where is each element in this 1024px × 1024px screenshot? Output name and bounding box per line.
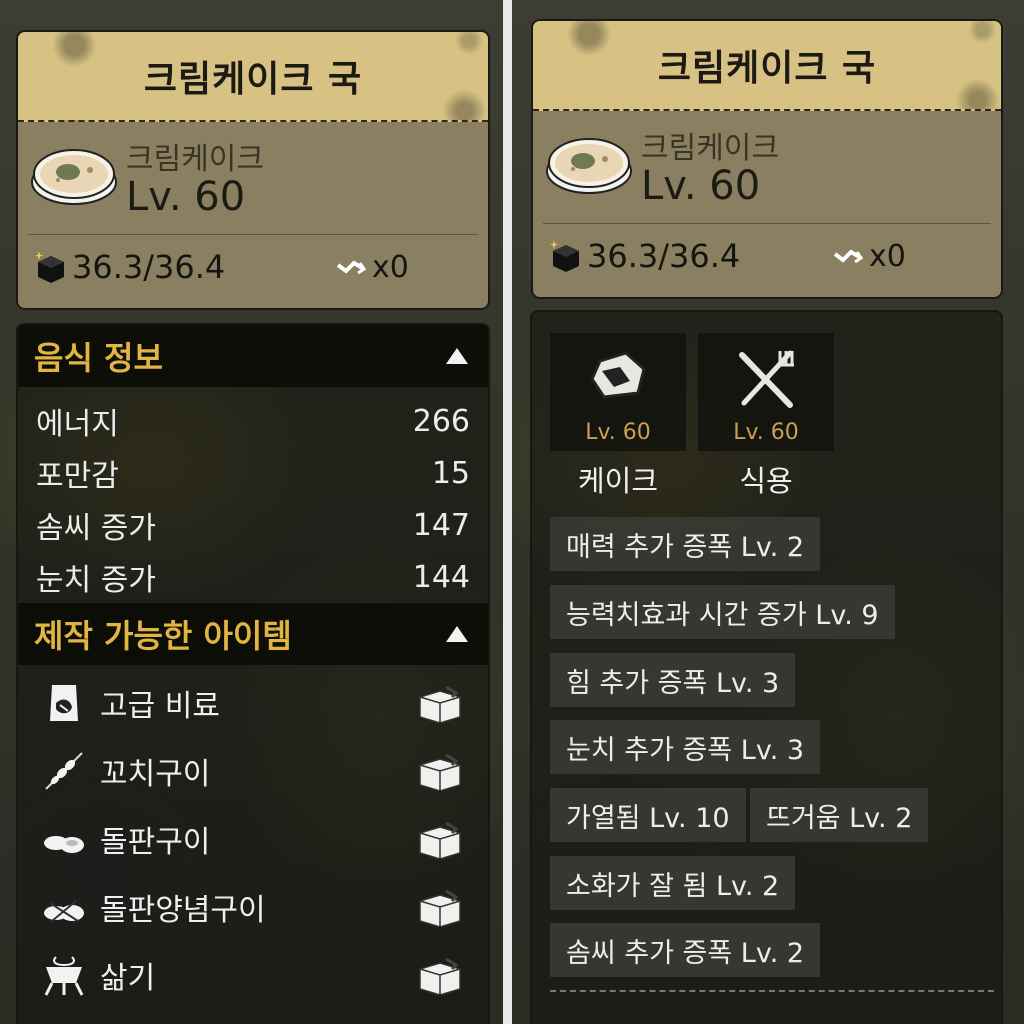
soup-bowl-icon	[31, 149, 117, 205]
multiplier-value: x0	[869, 239, 906, 274]
stat-value: 266	[412, 403, 470, 439]
double-arrow-icon	[833, 248, 863, 263]
card-separator	[28, 234, 478, 235]
effect-tag: 소화가 잘 됨 Lv. 2	[550, 856, 796, 910]
stat-row: 포만감 15	[18, 447, 488, 499]
craftable-item-label: 꼬치구이	[100, 757, 211, 792]
toolbox-icon[interactable]	[416, 751, 464, 791]
screenshot-divider	[503, 0, 512, 1024]
craftable-item[interactable]: 고급 비료	[18, 669, 488, 737]
food-level: Lv. 60	[126, 174, 246, 220]
double-arrow-icon	[336, 259, 366, 274]
item-card-left: 크림케이크 국 크림케이크 Lv. 60 36.3/36.4 x0	[16, 30, 490, 310]
collapse-arrow-icon[interactable]	[446, 348, 468, 364]
skill-name: 식용	[739, 464, 793, 498]
item-card-right: 크림케이크 국 크림케이크 Lv. 60 36.3/36.4 x0	[531, 19, 1003, 299]
collapse-arrow-icon[interactable]	[446, 626, 468, 642]
skewer-icon	[45, 752, 83, 790]
skill-level: Lv. 60	[585, 420, 651, 445]
item-title: 크림케이크 국	[533, 21, 1001, 111]
food-info-header[interactable]: 음식 정보	[18, 325, 488, 387]
food-name: 크림케이크	[641, 131, 779, 166]
food-info-panel: 음식 정보 에너지 266 포만감 15 솜씨 증가 147 눈치 증가 144…	[16, 323, 490, 1024]
stat-row: 솜씨 증가 147	[18, 499, 488, 551]
boiling-pot-icon	[44, 956, 84, 996]
effect-tag: 눈치 추가 증폭 Lv. 3	[550, 720, 821, 774]
seasoned-grill-icon	[44, 900, 84, 922]
fork-knife-icon	[739, 350, 794, 408]
multiplier-readout: x0	[833, 239, 906, 274]
stat-value: 147	[412, 507, 470, 543]
craftable-item[interactable]: 삶기	[18, 941, 488, 1009]
craftable-item[interactable]: 돌판양념구이	[18, 873, 488, 941]
toolbox-icon[interactable]	[416, 683, 464, 723]
craftable-item-label: 돌판양념구이	[100, 893, 266, 928]
effect-tag: 가열됨 Lv. 10	[550, 788, 746, 842]
item-title: 크림케이크 국	[18, 32, 488, 122]
toolbox-icon[interactable]	[416, 955, 464, 995]
skill-level: Lv. 60	[733, 420, 799, 445]
stat-value: 144	[412, 559, 470, 595]
stat-label: 솜씨 증가	[36, 511, 156, 546]
toolbox-icon[interactable]	[416, 887, 464, 927]
craftable-item[interactable]: 꼬치구이	[18, 737, 488, 805]
weight-cube-icon	[549, 240, 579, 272]
weight-readout: 36.3/36.4	[549, 237, 740, 275]
craftable-header[interactable]: 제작 가능한 아이템	[18, 603, 488, 665]
card-separator	[543, 223, 991, 224]
skill-tile-edible[interactable]: Lv. 60	[698, 333, 834, 451]
craftable-title: 제작 가능한 아이템	[34, 617, 292, 655]
craftable-item-label: 삶기	[100, 961, 156, 996]
stat-row: 에너지 266	[18, 395, 488, 447]
weight-cube-icon	[34, 251, 64, 283]
soup-bowl-icon	[546, 138, 632, 194]
stat-label: 에너지	[36, 407, 119, 442]
toolbox-icon[interactable]	[416, 819, 464, 859]
effect-tag: 뜨거움 Lv. 2	[750, 788, 929, 842]
description-separator	[550, 990, 994, 992]
weight-value: 36.3/36.4	[72, 248, 226, 286]
stat-value: 15	[431, 455, 470, 491]
effect-tag: 매력 추가 증폭 Lv. 2	[550, 517, 821, 571]
stat-label: 눈치 증가	[36, 563, 156, 598]
food-name: 크림케이크	[126, 142, 264, 177]
stone-grill-icon	[44, 836, 84, 853]
craftable-item-label: 고급 비료	[100, 689, 220, 724]
skill-name: 케이크	[577, 464, 659, 498]
stat-label: 포만감	[36, 459, 119, 494]
weight-value: 36.3/36.4	[587, 237, 741, 275]
skill-tile-cake[interactable]: Lv. 60	[550, 333, 686, 451]
multiplier-value: x0	[372, 250, 409, 285]
effect-tag: 솜씨 추가 증폭 Lv. 2	[550, 923, 821, 977]
multiplier-readout: x0	[336, 250, 409, 285]
effect-tag: 능력치효과 시간 증가 Lv. 9	[550, 585, 895, 639]
craftable-item[interactable]: 돌판구이	[18, 805, 488, 873]
food-info-title: 음식 정보	[34, 339, 163, 377]
food-level: Lv. 60	[641, 163, 761, 209]
cake-icon	[590, 351, 646, 399]
weight-readout: 36.3/36.4	[34, 248, 225, 286]
effect-tag: 힘 추가 증폭 Lv. 3	[550, 653, 796, 707]
craftable-item-label: 돌판구이	[100, 825, 211, 860]
fertilizer-bag-icon	[50, 685, 78, 721]
stat-row: 눈치 증가 144	[18, 551, 488, 603]
